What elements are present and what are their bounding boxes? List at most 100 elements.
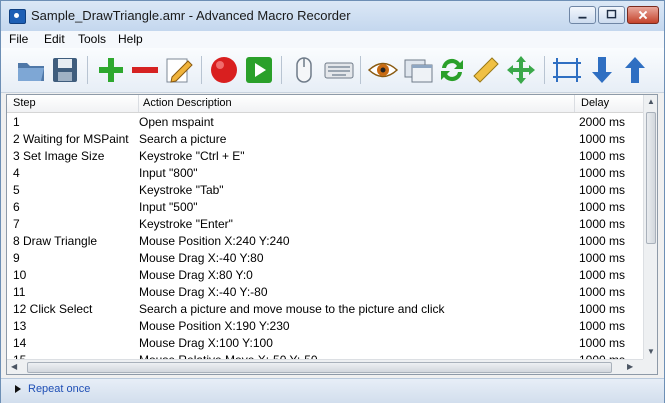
ruler-icon[interactable]: [470, 54, 502, 86]
window-icon[interactable]: [402, 54, 434, 86]
column-header-step[interactable]: Step: [13, 97, 36, 109]
refresh-icon[interactable]: [436, 54, 468, 86]
table-row[interactable]: 1 Open mspaint 2000 ms: [7, 113, 643, 130]
menu-file[interactable]: File: [9, 32, 28, 46]
maximize-button[interactable]: [598, 6, 625, 24]
expand-triangle-icon[interactable]: [15, 385, 21, 393]
table-row[interactable]: 11 Mouse Drag X:-40 Y:-80 1000 ms: [7, 283, 643, 300]
scroll-left-icon[interactable]: ◀: [11, 362, 17, 371]
cell-step: 11: [13, 285, 26, 299]
table-row[interactable]: 6 Input "500" 1000 ms: [7, 198, 643, 215]
column-divider[interactable]: [138, 95, 139, 112]
cell-delay: 1000 ms: [579, 217, 626, 231]
table-row[interactable]: 10 Mouse Drag X:80 Y:0 1000 ms: [7, 266, 643, 283]
table-row[interactable]: 3 Set Image Size Keystroke "Ctrl + E" 1000…: [7, 147, 643, 164]
cell-action: Mouse Drag X:-40 Y:-80: [139, 285, 268, 299]
table-row[interactable]: 9 Mouse Drag X:-40 Y:80 1000 ms: [7, 249, 643, 266]
cell-action: Search a picture and move mouse to the p…: [139, 302, 445, 316]
cell-action: Input "500": [139, 200, 198, 214]
cell-step: 12 Click Select: [13, 302, 93, 316]
menu-tools[interactable]: Tools: [78, 32, 106, 46]
cell-delay: 1000 ms: [579, 251, 626, 265]
cell-step: 14: [13, 336, 27, 350]
cell-step: 4: [13, 166, 20, 180]
cell-delay: 1000 ms: [579, 166, 626, 180]
menu-help[interactable]: Help: [118, 32, 143, 46]
toolbar-separator: [87, 56, 88, 84]
vertical-scroll-thumb[interactable]: [646, 112, 656, 244]
cell-delay: 1000 ms: [579, 285, 626, 299]
table-header: Step Action Description Delay: [7, 95, 643, 113]
open-folder-icon[interactable]: [15, 54, 47, 86]
horizontal-scrollbar[interactable]: ◀ ▶: [7, 359, 643, 374]
status-bar: Repeat once: [1, 378, 664, 403]
scroll-down-icon[interactable]: ▼: [647, 347, 655, 356]
macro-steps-table: Step Action Description Delay 1 Open mspa…: [6, 94, 658, 375]
column-header-delay[interactable]: Delay: [581, 97, 609, 109]
scroll-up-icon[interactable]: ▲: [647, 97, 655, 106]
record-icon[interactable]: [208, 54, 240, 86]
cell-action: Search a picture: [139, 132, 227, 146]
cell-delay: 1000 ms: [579, 183, 626, 197]
close-button[interactable]: [627, 6, 659, 24]
vertical-scrollbar[interactable]: ▲ ▼: [643, 95, 657, 359]
arrow-up-icon[interactable]: [619, 54, 651, 86]
play-icon[interactable]: [243, 54, 275, 86]
table-row[interactable]: 5 Keystroke "Tab" 1000 ms: [7, 181, 643, 198]
minimize-button[interactable]: [569, 6, 596, 24]
cell-action: Input "800": [139, 166, 198, 180]
cell-action: Keystroke "Ctrl + E": [139, 149, 245, 163]
table-row[interactable]: 12 Click Select Search a picture and move…: [7, 300, 643, 317]
toolbar-separator: [201, 56, 202, 84]
menu-edit[interactable]: Edit: [44, 32, 65, 46]
table-row[interactable]: 13 Mouse Position X:190 Y:230 1000 ms: [7, 317, 643, 334]
arrow-down-icon[interactable]: [586, 54, 618, 86]
column-divider[interactable]: [574, 95, 575, 112]
table-row[interactable]: 14 Mouse Drag X:100 Y:100 1000 ms: [7, 334, 643, 351]
keyboard-icon[interactable]: [323, 54, 355, 86]
maximize-icon: [606, 9, 617, 19]
minimize-icon: [578, 16, 587, 19]
cell-step: 2 Waiting for MSPaint: [13, 132, 129, 146]
cell-action: Keystroke "Tab": [139, 183, 224, 197]
menu-bar: File Edit Tools Help: [1, 31, 664, 48]
cell-step: 8 Draw Triangle: [13, 234, 98, 248]
title-bar[interactable]: Sample_DrawTriangle.amr - Advanced Macro…: [1, 1, 664, 31]
cell-delay: 1000 ms: [579, 302, 626, 316]
add-icon[interactable]: [95, 54, 127, 86]
cell-step: 6: [13, 200, 20, 214]
cell-delay: 1000 ms: [579, 319, 626, 333]
remove-icon[interactable]: [129, 54, 161, 86]
edit-icon[interactable]: [163, 54, 195, 86]
table-row[interactable]: 2 Waiting for MSPaint Search a picture 100…: [7, 130, 643, 147]
table-row[interactable]: 4 Input "800" 1000 ms: [7, 164, 643, 181]
cell-action: Keystroke "Enter": [139, 217, 233, 231]
scroll-right-icon[interactable]: ▶: [627, 362, 633, 371]
toolbar-separator: [360, 56, 361, 84]
cell-action: Mouse Position X:240 Y:240: [139, 234, 290, 248]
move-icon[interactable]: [505, 54, 537, 86]
table-row[interactable]: 8 Draw Triangle Mouse Position X:240 Y:24…: [7, 232, 643, 249]
cell-delay: 1000 ms: [579, 234, 626, 248]
cell-step: 13: [13, 319, 27, 333]
cell-step: 1: [13, 115, 20, 129]
select-area-icon[interactable]: [551, 54, 583, 86]
repeat-link[interactable]: Repeat once: [28, 383, 90, 395]
column-header-action[interactable]: Action Description: [143, 97, 232, 109]
window-title: Sample_DrawTriangle.amr - Advanced Macro…: [31, 8, 351, 23]
cell-step: 9: [13, 251, 20, 265]
cell-action: Open mspaint: [139, 115, 214, 129]
horizontal-scroll-thumb[interactable]: [27, 362, 612, 373]
table-row[interactable]: 7 Keystroke "Enter" 1000 ms: [7, 215, 643, 232]
cell-action: Mouse Position X:190 Y:230: [139, 319, 290, 333]
mouse-icon[interactable]: [288, 54, 320, 86]
toolbar-separator: [544, 56, 545, 84]
cell-action: Mouse Drag X:100 Y:100: [139, 336, 273, 350]
save-icon[interactable]: [49, 54, 81, 86]
cell-delay: 1000 ms: [579, 336, 626, 350]
cell-delay: 1000 ms: [579, 268, 626, 282]
cell-delay: 1000 ms: [579, 132, 626, 146]
eye-icon[interactable]: [367, 54, 399, 86]
cell-delay: 2000 ms: [579, 115, 626, 129]
cell-step: 10: [13, 268, 27, 282]
